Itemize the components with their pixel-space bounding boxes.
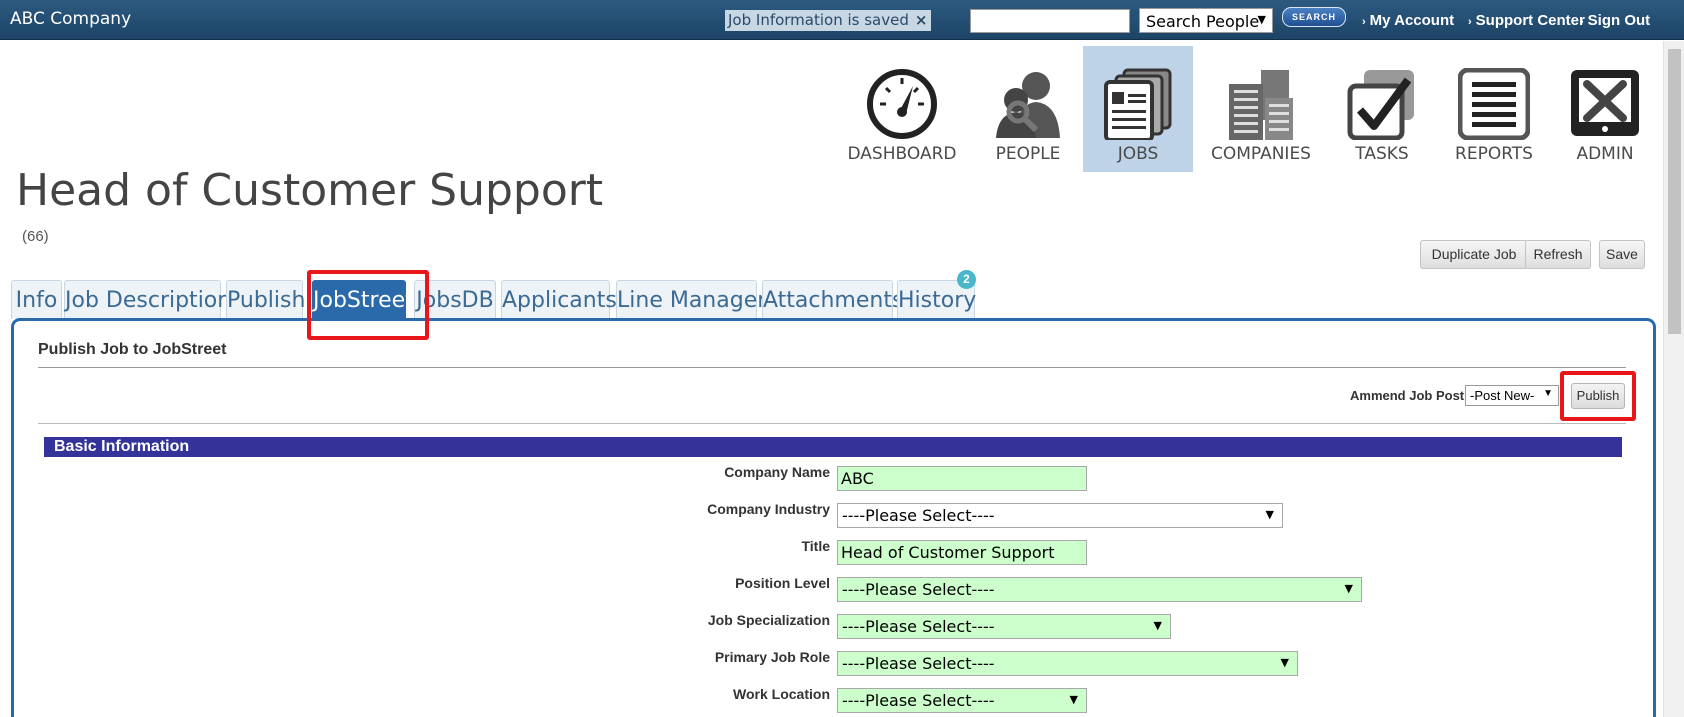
nav-admin-label: ADMIN [1576,144,1634,164]
company-name: ABC Company [10,9,132,29]
nav-reports-label: REPORTS [1455,144,1533,164]
companies-icon [1229,70,1293,140]
nav-admin[interactable]: ADMIN [1550,46,1660,172]
dashboard-icon [867,69,937,139]
divider [38,367,1626,368]
divider [38,423,1626,424]
amend-job-post-label: Ammend Job Post [1350,388,1465,403]
company-name-label: Company Name [724,464,830,480]
save-notice: Job Information is saved × [725,10,932,31]
tasks-icon [1347,70,1414,140]
people-icon [996,72,1060,138]
nav-people[interactable]: PEOPLE [973,46,1083,172]
chevron-right-icon: › [1468,16,1472,28]
chevron-down-icon: ▼ [1265,508,1274,521]
my-account-label: My Account [1369,12,1455,29]
jobs-icon [1104,68,1172,140]
nav-tasks-label: TASKS [1355,144,1409,164]
primary-job-role-select[interactable]: ----Please Select---- ▼ [837,651,1298,676]
position-level-select[interactable]: ----Please Select---- ▼ [837,577,1362,602]
basic-information-header: Basic Information [44,437,1622,457]
page-title: Head of Customer Support [16,165,604,216]
jobstreet-panel [11,318,1656,717]
chevron-down-icon: ▼ [1344,582,1353,595]
chevron-right-icon: › [1580,16,1584,28]
company-industry-value: ----Please Select---- [842,506,995,525]
company-industry-select[interactable]: ----Please Select---- ▼ [837,503,1283,528]
search-button[interactable]: SEARCH [1282,7,1346,27]
search-scope-select[interactable]: Search People ▼ [1139,8,1273,33]
top-bar: ABC Company Job Information is saved × Se… [0,0,1684,40]
tab-publish[interactable]: Publish [226,280,305,319]
work-location-value: ----Please Select---- [842,691,995,710]
chevron-down-icon: ▼ [1153,619,1162,632]
search-scope-value: Search People [1146,12,1260,31]
title-field[interactable]: Head of Customer Support [837,540,1087,565]
job-specialization-label: Job Specialization [707,612,830,628]
nav-reports[interactable]: REPORTS [1439,46,1549,172]
tab-applicants[interactable]: Applicants [501,280,617,319]
work-location-select[interactable]: ----Please Select---- ▼ [837,688,1087,713]
nav-dashboard[interactable]: DASHBOARD [847,46,957,172]
work-location-label: Work Location [733,686,830,702]
support-center-label: Support Center [1475,12,1585,29]
tab-attachments[interactable]: Attachments [762,280,903,319]
admin-icon [1571,70,1639,136]
sign-out-label: Sign Out [1587,12,1651,29]
save-notice-text: Job Information is saved [728,11,909,29]
nav-companies-label: COMPANIES [1211,144,1311,164]
nav-people-label: PEOPLE [995,144,1061,164]
company-name-field[interactable]: ABC [837,466,1087,491]
nav-jobs-label: JOBS [1117,144,1159,164]
close-icon[interactable]: × [915,11,928,29]
primary-job-role-value: ----Please Select---- [842,654,995,673]
nav-companies[interactable]: COMPANIES [1206,46,1316,172]
chevron-down-icon: ▼ [1257,13,1266,26]
chevron-down-icon: ▼ [1280,656,1289,669]
history-count-badge: 2 [957,270,976,289]
amend-job-post-value: -Post New- [1470,388,1535,403]
tab-highlight-box [307,270,429,340]
reports-icon [1458,68,1530,140]
people-search-input[interactable] [970,9,1130,33]
primary-job-role-label: Primary Job Role [714,649,830,665]
job-specialization-value: ----Please Select---- [842,617,995,636]
chevron-down-icon: ▼ [1069,693,1078,706]
tab-line-manager[interactable]: Line Manager [616,280,766,319]
nav-jobs[interactable]: JOBS [1083,46,1193,172]
nav-tasks[interactable]: TASKS [1327,46,1437,172]
tab-job-description[interactable]: Job Description [64,280,231,319]
title-label: Title [801,538,830,554]
panel-title: Publish Job to JobStreet [38,341,227,358]
sign-out-link[interactable]: › Sign Out [1580,12,1650,29]
duplicate-job-button[interactable]: Duplicate Job [1420,240,1528,269]
position-level-value: ----Please Select---- [842,580,995,599]
scrollbar-thumb[interactable] [1668,49,1681,334]
vertical-scrollbar[interactable] [1663,41,1684,717]
save-button[interactable]: Save [1599,240,1645,269]
my-account-link[interactable]: › My Account [1362,12,1454,29]
position-level-label: Position Level [735,575,830,591]
chevron-down-icon: ▼ [1543,388,1553,399]
amend-job-post-select[interactable]: -Post New- ▼ [1465,385,1559,406]
chevron-right-icon: › [1362,16,1366,28]
job-id-count: (66) [22,228,49,245]
publish-highlight-box [1560,371,1636,421]
nav-dashboard-label: DASHBOARD [847,144,957,164]
tab-info[interactable]: Info [11,280,62,319]
support-center-link[interactable]: › Support Center [1468,12,1585,29]
company-industry-label: Company Industry [707,501,830,517]
refresh-button[interactable]: Refresh [1525,240,1591,269]
job-specialization-select[interactable]: ----Please Select---- ▼ [837,614,1171,639]
